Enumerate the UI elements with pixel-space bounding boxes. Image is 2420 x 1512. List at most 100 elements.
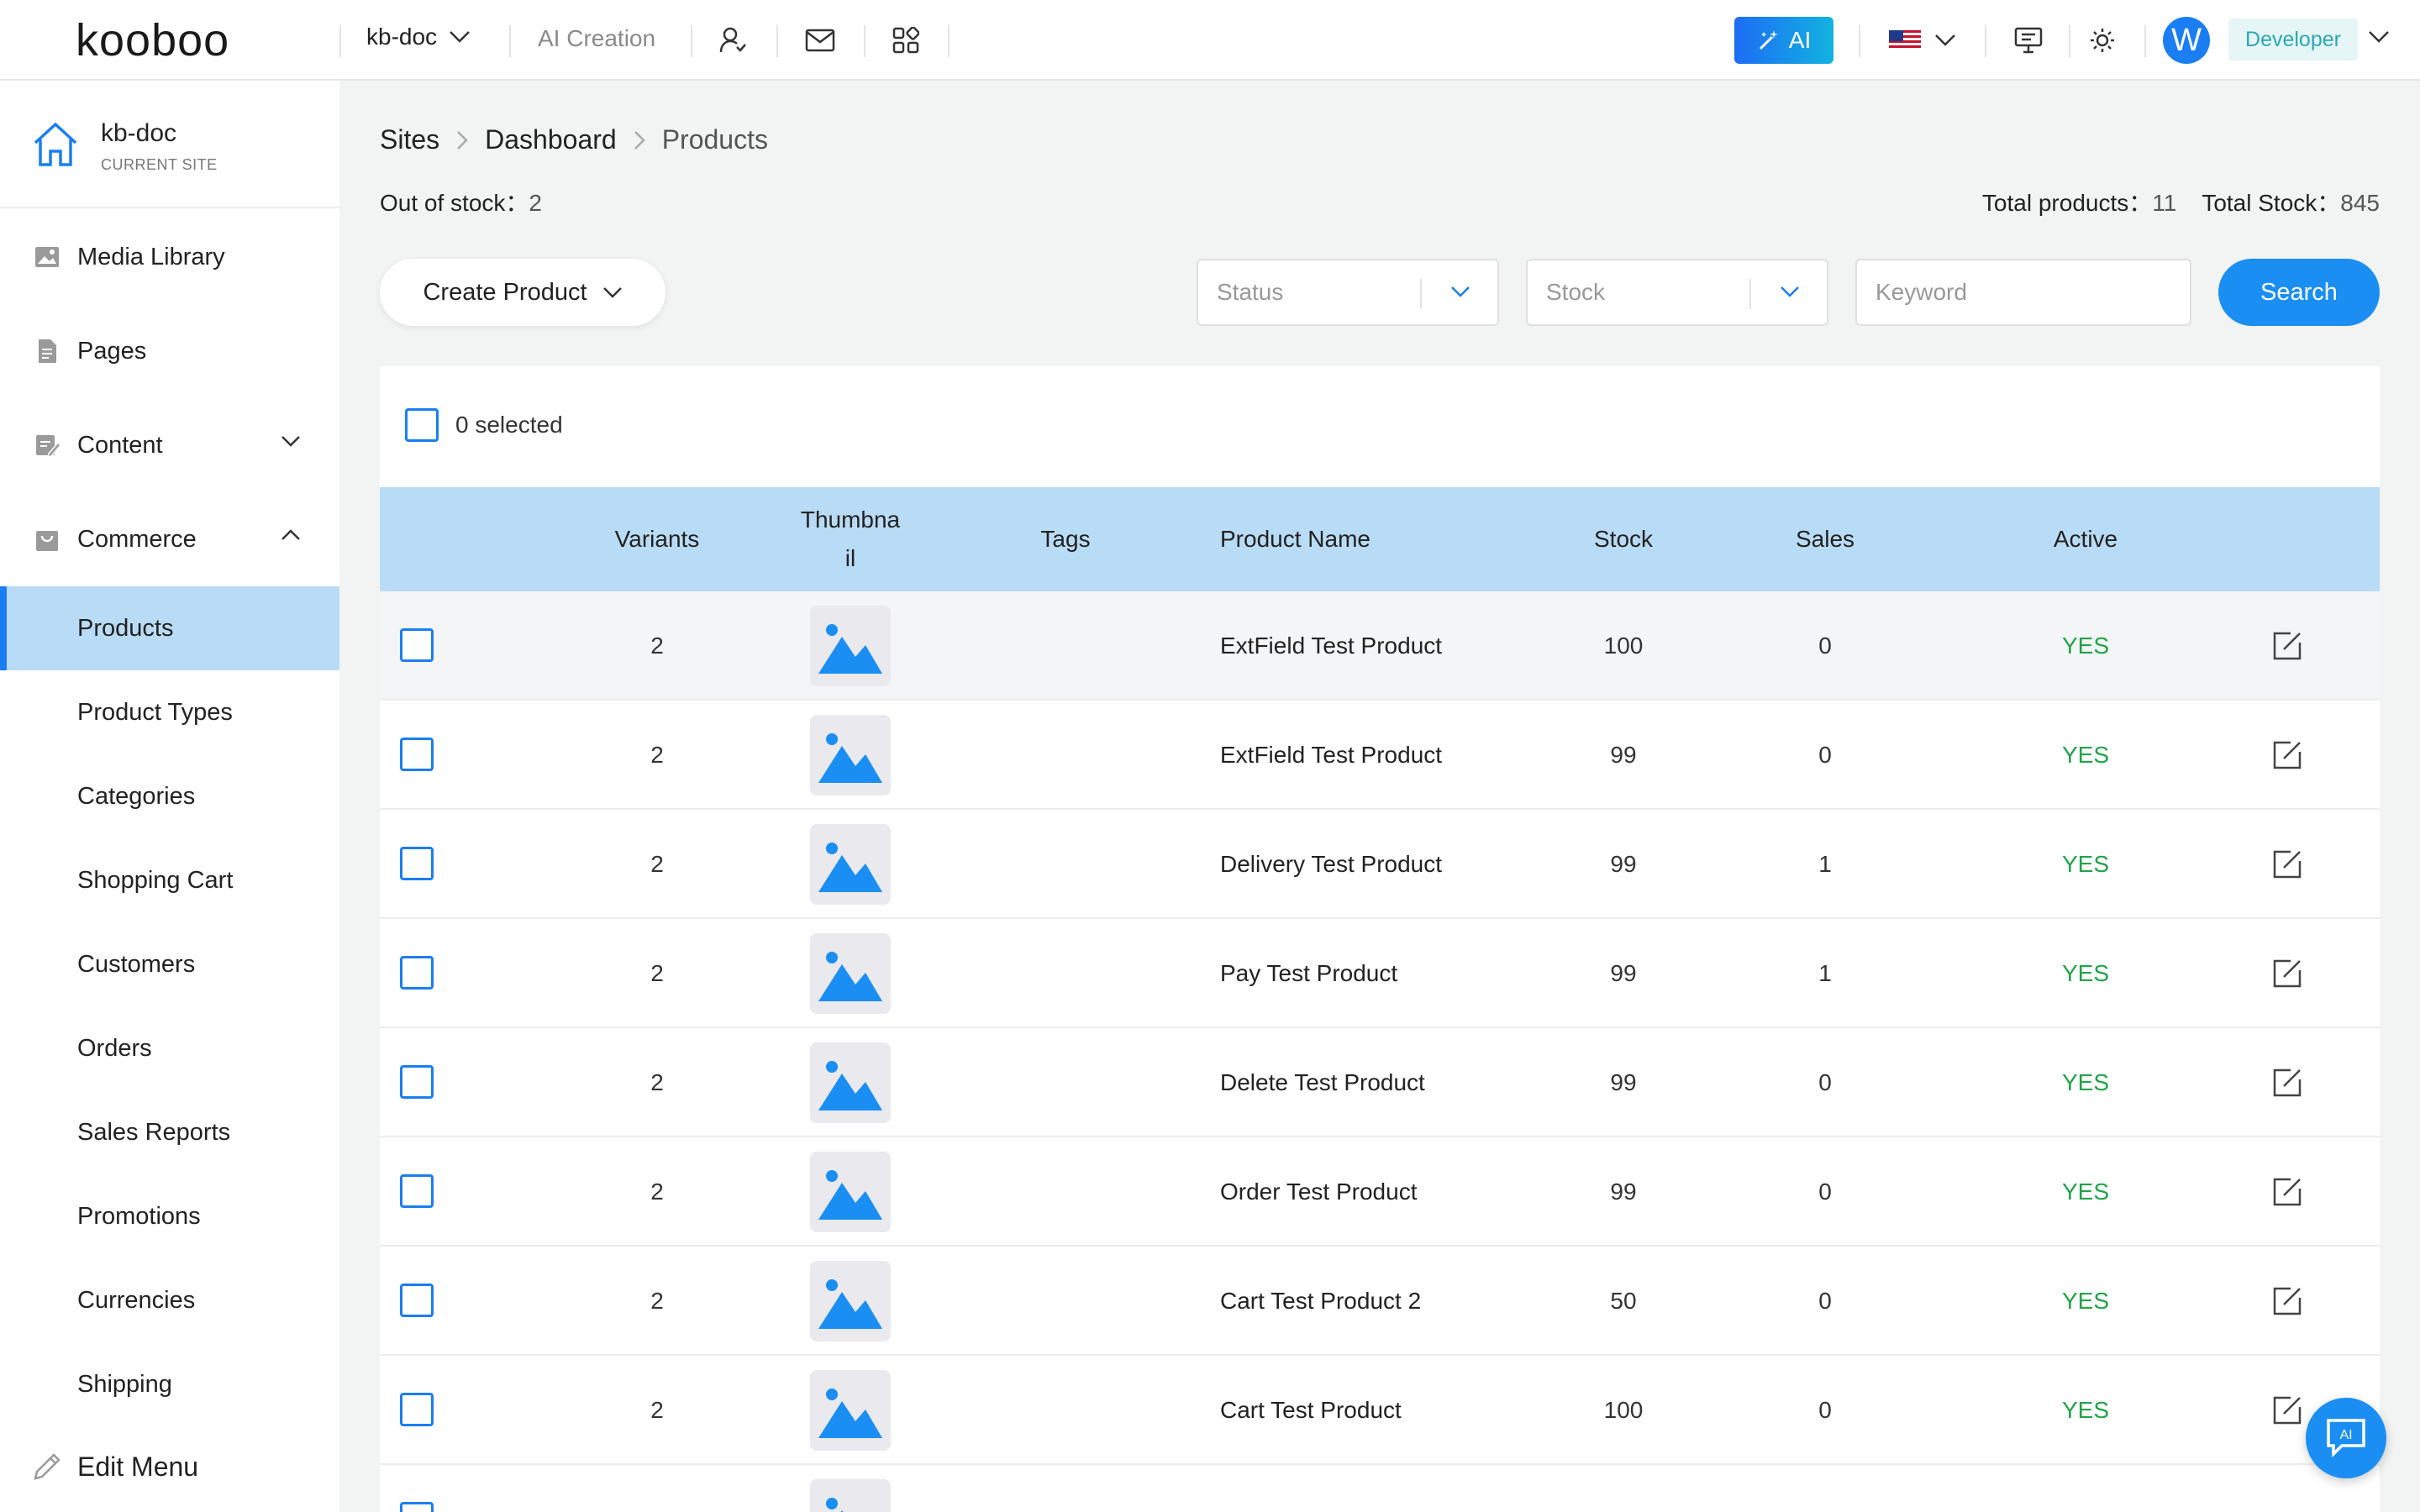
edit-icon[interactable] — [2272, 958, 2302, 989]
product-name-cell[interactable]: Delete Test Product — [1220, 1028, 1539, 1137]
product-name-cell[interactable]: Delivery Test Product — [1220, 810, 1539, 919]
thumbnail[interactable] — [810, 715, 891, 795]
image-placeholder-icon — [818, 1170, 882, 1220]
sidebar-item-shopping-cart[interactable]: Shopping Cart — [0, 838, 339, 922]
avatar[interactable]: W — [2163, 17, 2210, 64]
column-header-variants[interactable]: Variants — [581, 487, 733, 591]
edit-cell — [2254, 1137, 2321, 1247]
sidebar-item-customers[interactable]: Customers — [0, 922, 339, 1006]
edit-cell — [2254, 919, 2321, 1028]
edit-icon[interactable] — [2272, 849, 2302, 879]
current-site-header[interactable]: kb-doc CURRENT SITE — [0, 81, 339, 208]
thumbnail[interactable] — [810, 1370, 891, 1451]
apps-grid-icon[interactable] — [887, 22, 924, 59]
edit-icon[interactable] — [2272, 631, 2302, 661]
sidebar-item-commerce[interactable]: Commerce — [0, 497, 339, 581]
product-name-cell[interactable]: Order Test Product — [1220, 1137, 1539, 1247]
sales-cell: 1 — [1818, 851, 1832, 877]
thumbnail[interactable] — [810, 1152, 891, 1232]
edit-icon[interactable] — [2272, 740, 2302, 770]
edit-icon[interactable] — [2272, 1177, 2302, 1207]
row-checkbox[interactable] — [400, 847, 434, 880]
product-name-cell[interactable]: ExtField Test Product — [1220, 701, 1539, 810]
column-header-stock[interactable]: Stock — [1556, 487, 1691, 591]
sidebar-item-categories[interactable]: Categories — [0, 754, 339, 838]
row-checkbox[interactable] — [400, 1065, 434, 1099]
theme-sun-icon[interactable] — [2084, 22, 2121, 59]
column-header-sales[interactable]: Sales — [1758, 487, 1892, 591]
kooboo-logo[interactable]: kooboo — [76, 15, 229, 66]
edit-icon[interactable] — [2272, 1068, 2302, 1098]
product-name-cell[interactable]: Cart Test Product 2 — [1220, 1247, 1539, 1356]
sidebar-item-orders[interactable]: Orders — [0, 1006, 339, 1090]
sidebar-item-promotions[interactable]: Promotions — [0, 1174, 339, 1258]
table-row[interactable] — [380, 1465, 2380, 1512]
edit-icon[interactable] — [2272, 1286, 2302, 1316]
mail-icon[interactable] — [802, 22, 839, 59]
presentation-icon[interactable] — [2010, 22, 2047, 59]
sidebar-item-content[interactable]: Content — [0, 403, 339, 487]
sidebar-item-product-types[interactable]: Product Types — [0, 670, 339, 754]
table-row[interactable]: 2 Order Test Product 99 0 YES — [380, 1137, 2380, 1247]
product-name-cell[interactable]: Pay Test Product — [1220, 919, 1539, 1028]
column-header-active[interactable]: Active — [2002, 487, 2170, 591]
thumbnail[interactable] — [810, 1479, 891, 1512]
chevron-down-icon[interactable] — [2368, 30, 2390, 44]
ai-creation-link[interactable]: AI Creation — [538, 25, 655, 52]
stock-select[interactable]: Stock — [1526, 259, 1828, 326]
divider — [864, 25, 865, 57]
sidebar-item-shipping[interactable]: Shipping — [0, 1342, 339, 1426]
edit-icon[interactable] — [2272, 1395, 2302, 1425]
table-row[interactable]: 2 Cart Test Product 100 0 YES — [380, 1356, 2380, 1465]
table-row[interactable]: 2 Delivery Test Product 99 1 YES — [380, 810, 2380, 919]
divider — [1420, 279, 1422, 309]
sidebar-item-sales-reports[interactable]: Sales Reports — [0, 1090, 339, 1174]
breadcrumb-products: Products — [661, 124, 768, 155]
sidebar-item-pages[interactable]: Pages — [0, 309, 339, 393]
thumbnail[interactable] — [810, 1261, 891, 1341]
tags-cell — [998, 701, 1133, 810]
row-checkbox[interactable] — [400, 1393, 434, 1426]
create-product-button[interactable]: Create Product — [380, 259, 666, 326]
row-checkbox[interactable] — [400, 1284, 434, 1317]
thumbnail[interactable] — [810, 606, 891, 686]
us-flag-icon[interactable] — [1889, 30, 1921, 50]
row-checkbox[interactable] — [400, 738, 434, 771]
edit-menu-button[interactable]: Edit Menu — [0, 1433, 339, 1500]
breadcrumb-sites[interactable]: Sites — [380, 124, 439, 155]
row-checkbox[interactable] — [400, 628, 434, 662]
search-button[interactable]: Search — [2218, 259, 2380, 326]
status-select[interactable]: Status — [1197, 259, 1499, 326]
row-checkbox[interactable] — [400, 956, 434, 990]
chevron-down-icon — [450, 31, 470, 43]
select-all-checkbox[interactable] — [405, 408, 439, 442]
ai-button[interactable]: AI — [1734, 17, 1833, 64]
thumbnail[interactable] — [810, 824, 891, 905]
user-share-icon[interactable] — [714, 22, 751, 59]
selected-count: 0 selected — [455, 412, 563, 438]
thumbnail[interactable] — [810, 1042, 891, 1123]
sidebar-item-products[interactable]: Products — [0, 586, 339, 670]
sidebar-item-media-library[interactable]: Media Library — [0, 215, 339, 299]
product-name-cell[interactable]: Cart Test Product — [1220, 1356, 1539, 1465]
table-row[interactable]: 2 ExtField Test Product 100 0 YES — [380, 591, 2380, 701]
chevron-down-icon[interactable] — [1934, 34, 1956, 47]
ai-assistant-button[interactable]: AI — [2306, 1398, 2386, 1478]
product-name-cell[interactable]: ExtField Test Product — [1220, 591, 1539, 701]
table-row[interactable]: 2 Pay Test Product 99 1 YES — [380, 919, 2380, 1028]
keyword-input[interactable] — [1855, 259, 2191, 326]
tags-cell — [998, 1137, 1133, 1247]
row-checkbox[interactable] — [400, 1174, 434, 1208]
site-switcher[interactable]: kb-doc — [366, 24, 471, 50]
table-row[interactable]: 2 Cart Test Product 2 50 0 YES — [380, 1247, 2380, 1356]
role-badge[interactable]: Developer — [2228, 18, 2358, 60]
sidebar-item-currencies[interactable]: Currencies — [0, 1258, 339, 1342]
breadcrumb-dashboard[interactable]: Dashboard — [485, 124, 617, 155]
chevron-down-icon — [281, 436, 300, 447]
row-checkbox[interactable] — [400, 1502, 434, 1512]
table-row[interactable]: 2 Delete Test Product 99 0 YES — [380, 1028, 2380, 1137]
thumbnail[interactable] — [810, 933, 891, 1014]
create-product-label: Create Product — [423, 278, 587, 306]
column-header-product-name[interactable]: Product Name — [1220, 487, 1439, 591]
table-row[interactable]: 2 ExtField Test Product 99 0 YES — [380, 701, 2380, 810]
